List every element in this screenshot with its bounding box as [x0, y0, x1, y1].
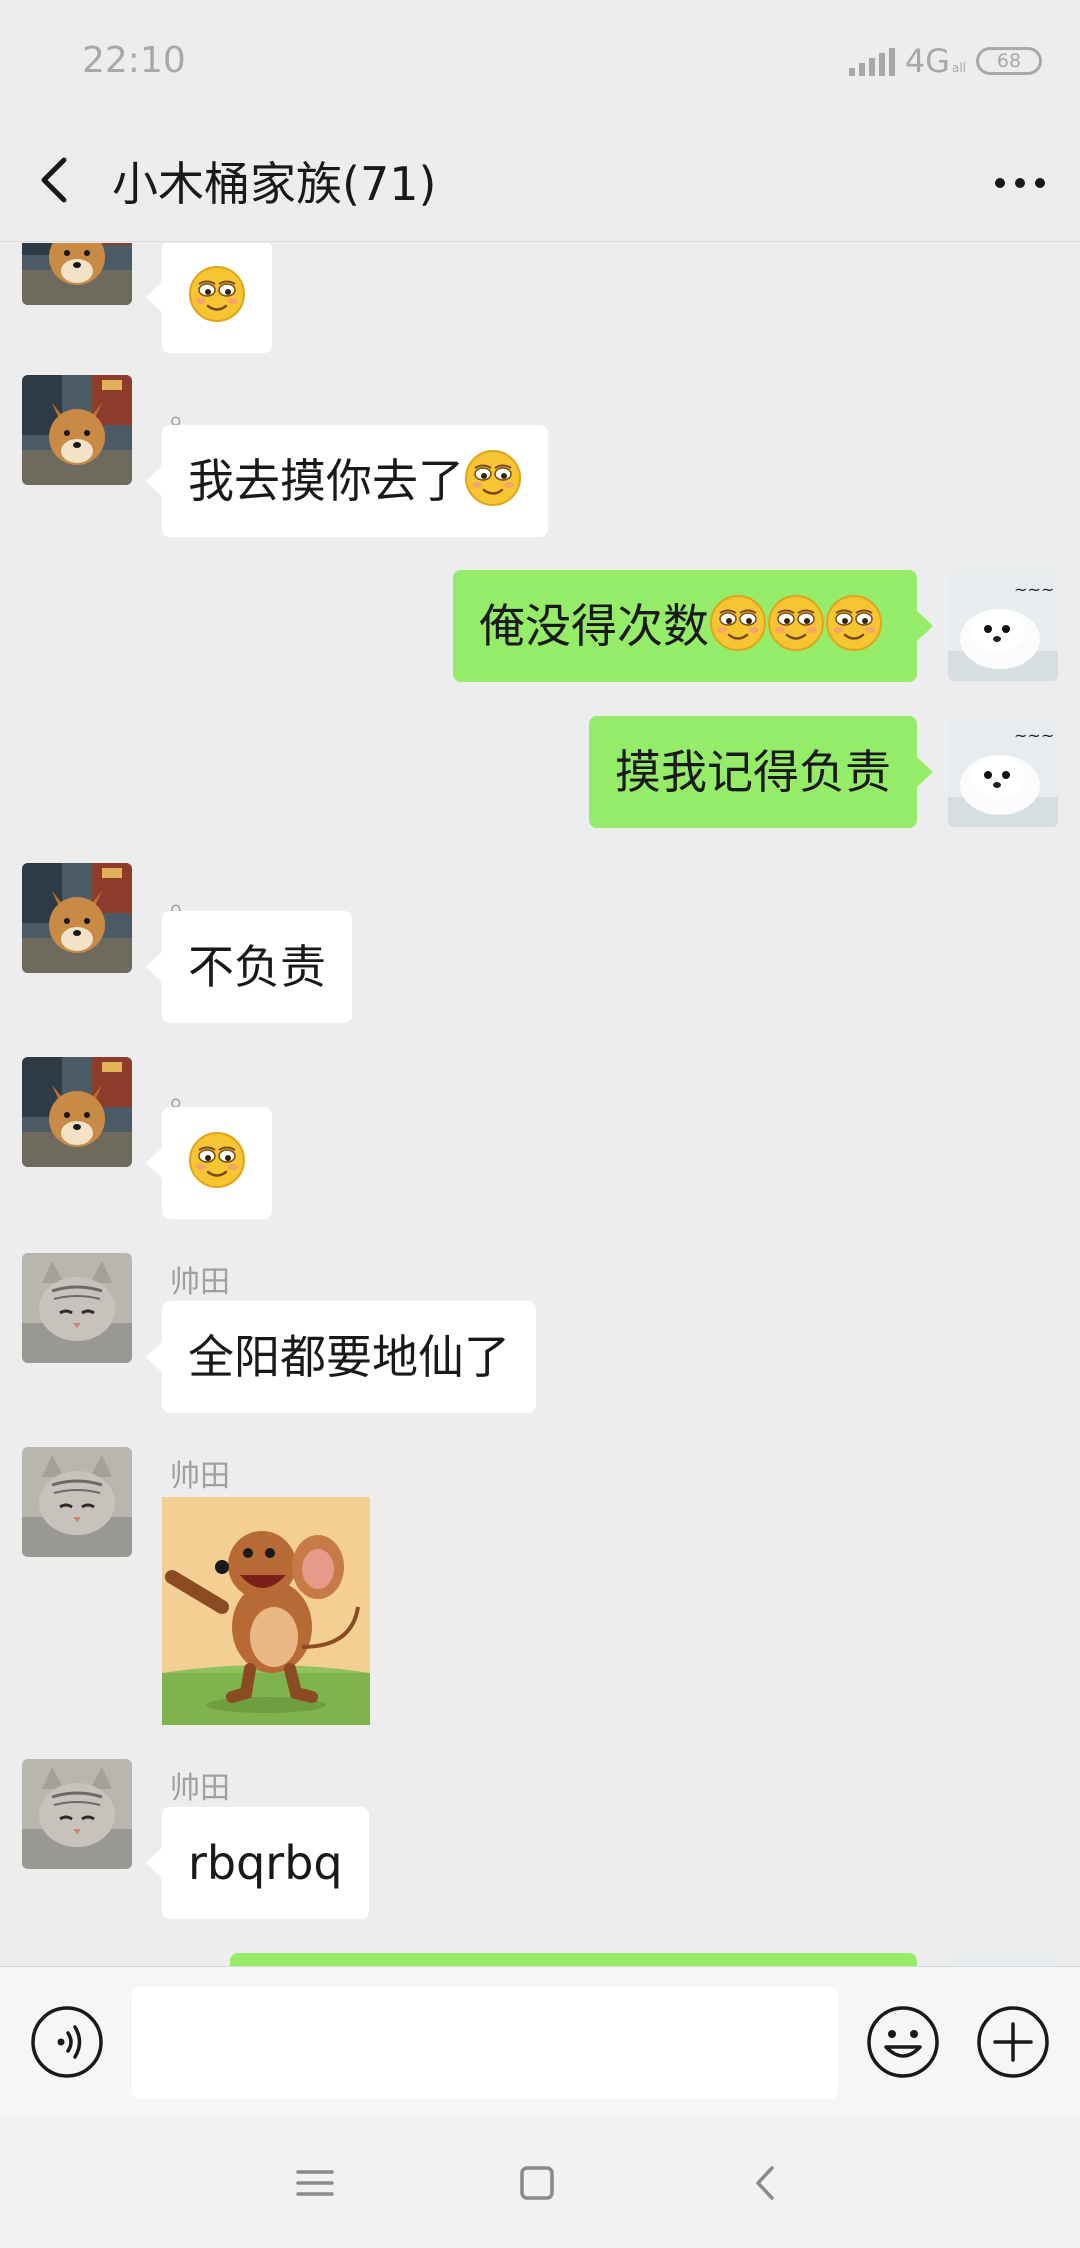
sender-name: 帅田: [170, 1459, 230, 1494]
system-navigation-bar: [0, 2118, 1080, 2248]
message-list[interactable]: 。 我去摸你去了 俺没得次数 摸我记得负责 。 不负责 。 帅田 全阳都要地仙了…: [0, 243, 1080, 1966]
back-icon[interactable]: [740, 2158, 790, 2208]
avatar[interactable]: [22, 1253, 132, 1363]
plus-icon[interactable]: [976, 2005, 1050, 2079]
shiba-avatar-icon: [22, 1057, 132, 1167]
avatar[interactable]: [22, 375, 132, 485]
cat-avatar-icon: [22, 1759, 132, 1869]
message-text: 不负责: [188, 940, 326, 994]
back-arrow-icon[interactable]: [28, 150, 84, 210]
message-bubble[interactable]: 摸我记得负责: [589, 716, 933, 828]
message-text: 全阳都要地仙了: [188, 1330, 510, 1384]
battery-icon: 68: [976, 47, 1042, 75]
avatar[interactable]: [22, 1447, 132, 1557]
message-bubble[interactable]: [146, 1107, 272, 1219]
shiba-avatar-icon: [22, 375, 132, 485]
signal-icon: [848, 46, 895, 76]
message-text: 俺没得次数: [479, 599, 709, 653]
status-bar: 22:10 4G all 68: [0, 0, 1080, 126]
message-text: rbqrbq: [188, 1836, 343, 1890]
avatar[interactable]: [22, 1759, 132, 1869]
message-bubble[interactable]: 全阳都要地仙了: [146, 1301, 536, 1413]
cat-avatar-icon: [22, 1253, 132, 1363]
message-text: 摸我记得负责: [615, 745, 891, 799]
blushing-smile-emoji-icon: [188, 1131, 246, 1189]
sender-name: 帅田: [170, 1771, 230, 1806]
sender-name: 帅田: [170, 1265, 230, 1300]
network-sub: all: [951, 61, 966, 75]
message-bubble[interactable]: 俺没得次数: [453, 570, 933, 682]
blushing-smile-emoji-icon: [464, 449, 522, 507]
seal-avatar-icon: [948, 571, 1058, 681]
chat-title: 小木桶家族(71): [112, 157, 437, 211]
menu-icon[interactable]: [290, 2158, 340, 2208]
home-icon[interactable]: [512, 2158, 562, 2208]
avatar[interactable]: [22, 1057, 132, 1167]
message-bubble[interactable]: [230, 1953, 917, 1966]
avatar[interactable]: [948, 571, 1058, 681]
more-options-icon[interactable]: [990, 158, 1050, 208]
message-bubble[interactable]: [146, 243, 272, 353]
network-type: 4G: [904, 42, 950, 80]
avatar[interactable]: [948, 717, 1058, 827]
avatar[interactable]: [948, 1955, 1058, 1966]
jerry-mouse-sticker-icon: [162, 1497, 370, 1725]
input-bar: [0, 1966, 1080, 2118]
blushing-smile-emoji-icon: [825, 594, 883, 652]
shiba-avatar-icon: [22, 243, 132, 305]
avatar[interactable]: [22, 243, 132, 305]
message-input[interactable]: [132, 1987, 838, 2099]
message-text: 我去摸你去了: [188, 454, 464, 508]
cat-avatar-icon: [22, 1447, 132, 1557]
blushing-smile-emoji-icon: [709, 594, 767, 652]
seal-avatar-icon: [948, 1955, 1058, 1966]
status-indicators: 4G all 68: [848, 42, 1042, 80]
avatar[interactable]: [22, 863, 132, 973]
status-time: 22:10: [82, 40, 186, 81]
blushing-smile-emoji-icon: [188, 265, 246, 323]
emoji-icon[interactable]: [866, 2005, 940, 2079]
jerry-mouse-sticker[interactable]: [162, 1497, 370, 1725]
seal-avatar-icon: [948, 717, 1058, 827]
voice-input-icon[interactable]: [30, 2005, 104, 2079]
shiba-avatar-icon: [22, 863, 132, 973]
message-bubble[interactable]: 我去摸你去了: [146, 425, 548, 537]
chat-header: 小木桶家族(71): [0, 126, 1080, 242]
blushing-smile-emoji-icon: [767, 594, 825, 652]
message-bubble[interactable]: 不负责: [146, 911, 352, 1023]
message-bubble[interactable]: rbqrbq: [146, 1807, 369, 1919]
